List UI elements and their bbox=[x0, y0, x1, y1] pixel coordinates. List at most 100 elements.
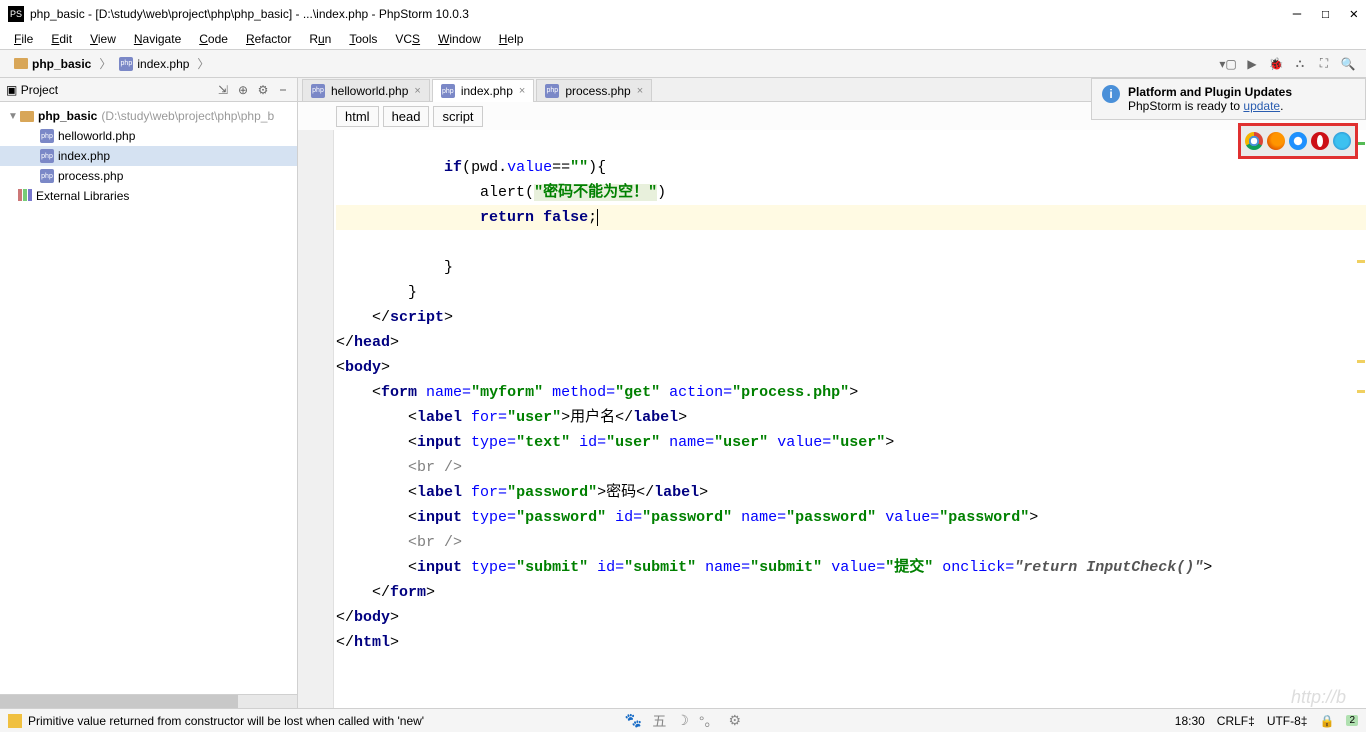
ie-icon[interactable] bbox=[1333, 132, 1351, 150]
crumb-file-label: index.php bbox=[137, 57, 189, 71]
tree-root-name: php_basic bbox=[38, 109, 97, 123]
php-file-icon: php bbox=[311, 84, 325, 98]
tree-external-libs[interactable]: External Libraries bbox=[0, 186, 297, 206]
marker-bar[interactable] bbox=[1356, 130, 1366, 708]
firefox-icon[interactable] bbox=[1267, 132, 1285, 150]
status-right: 18:30 CRLF‡ UTF-8‡ 🔒 2 bbox=[1175, 714, 1358, 728]
tree-file-process[interactable]: php process.php bbox=[0, 166, 297, 186]
update-link[interactable]: update bbox=[1243, 99, 1280, 113]
warning-icon[interactable] bbox=[8, 714, 22, 728]
paw-icon[interactable]: 🐾 bbox=[625, 712, 642, 729]
lock-icon[interactable]: 🔒 bbox=[1319, 714, 1334, 728]
tree-root[interactable]: ▼ php_basic (D:\study\web\project\php\ph… bbox=[0, 106, 297, 126]
debug-button[interactable]: 🐞 bbox=[1266, 54, 1286, 74]
search-button[interactable]: 🔍 bbox=[1338, 54, 1358, 74]
hide-icon[interactable]: ⎯ bbox=[275, 82, 291, 98]
menu-vcs[interactable]: VCS bbox=[387, 30, 428, 48]
menu-tools[interactable]: Tools bbox=[341, 30, 385, 48]
menu-help[interactable]: Help bbox=[491, 30, 532, 48]
menu-refactor[interactable]: Refactor bbox=[238, 30, 299, 48]
project-tree: ▼ php_basic (D:\study\web\project\php\ph… bbox=[0, 102, 297, 694]
autoscroll-icon[interactable]: ⊕ bbox=[235, 82, 251, 98]
notification-title: Platform and Plugin Updates bbox=[1128, 85, 1292, 99]
php-file-icon: php bbox=[40, 149, 54, 163]
titlebar: PS php_basic - [D:\study\web\project\php… bbox=[0, 0, 1366, 28]
sidebar-tab-icon: ▣ bbox=[6, 83, 17, 97]
tab-helloworld[interactable]: php helloworld.php × bbox=[302, 79, 430, 101]
menu-view[interactable]: View bbox=[82, 30, 124, 48]
info-icon: i bbox=[1102, 85, 1120, 103]
menu-file[interactable]: File bbox=[6, 30, 41, 48]
code-area[interactable]: if(pwd.value==""){ alert("密码不能为空！") retu… bbox=[298, 130, 1366, 708]
tab-label: index.php bbox=[461, 84, 513, 98]
sidebar-scrollbar[interactable] bbox=[0, 694, 297, 708]
tree-libs-label: External Libraries bbox=[36, 189, 129, 203]
code[interactable]: if(pwd.value==""){ alert("密码不能为空！") retu… bbox=[334, 130, 1366, 708]
menu-navigate[interactable]: Navigate bbox=[126, 30, 189, 48]
tab-index[interactable]: php index.php × bbox=[432, 79, 534, 102]
status-message: Primitive value returned from constructo… bbox=[28, 714, 1175, 728]
window-title: php_basic - [D:\study\web\project\php\ph… bbox=[30, 7, 1293, 21]
stop-button[interactable]: ⛶ bbox=[1314, 54, 1334, 74]
library-icon bbox=[18, 189, 32, 203]
coverage-button[interactable]: ⛬ bbox=[1290, 54, 1310, 74]
app-icon: PS bbox=[8, 6, 24, 22]
bc-head[interactable]: head bbox=[383, 106, 430, 127]
line-ending[interactable]: CRLF‡ bbox=[1217, 714, 1255, 728]
close-button[interactable]: ✕ bbox=[1350, 6, 1358, 22]
minimize-button[interactable]: — bbox=[1293, 6, 1301, 22]
run-button[interactable]: ▶ bbox=[1242, 54, 1262, 74]
php-file-icon: php bbox=[119, 57, 133, 71]
moon-icon[interactable]: ☽ bbox=[676, 712, 689, 729]
php-file-icon: php bbox=[40, 129, 54, 143]
menubar: File Edit View Navigate Code Refactor Ru… bbox=[0, 28, 1366, 50]
crumb-root-label: php_basic bbox=[32, 57, 91, 71]
crumb-root[interactable]: php_basic bbox=[8, 55, 97, 73]
sidebar-header: ▣ Project ⇲ ⊕ ⚙ ⎯ bbox=[0, 78, 297, 102]
chrome-icon[interactable] bbox=[1245, 132, 1263, 150]
ime-icon[interactable]: 五 bbox=[652, 711, 666, 731]
project-sidebar: ▣ Project ⇲ ⊕ ⚙ ⎯ ▼ php_basic (D:\study\… bbox=[0, 78, 298, 708]
close-icon[interactable]: × bbox=[637, 85, 643, 97]
menu-edit[interactable]: Edit bbox=[43, 30, 80, 48]
expand-icon[interactable]: ▼ bbox=[8, 111, 20, 122]
menu-run[interactable]: Run bbox=[301, 30, 339, 48]
bc-script[interactable]: script bbox=[433, 106, 482, 127]
php-file-icon: php bbox=[441, 84, 455, 98]
gutter[interactable] bbox=[298, 130, 334, 708]
tab-process[interactable]: php process.php × bbox=[536, 79, 652, 101]
gear-icon[interactable]: ⚙ bbox=[729, 712, 742, 729]
browser-preview-box bbox=[1238, 123, 1358, 159]
editor-area: php helloworld.php × php index.php × php… bbox=[298, 78, 1366, 708]
line-col[interactable]: 18:30 bbox=[1175, 714, 1205, 728]
crumb-file[interactable]: php index.php bbox=[113, 55, 195, 73]
bc-html[interactable]: html bbox=[336, 106, 379, 127]
collapse-icon[interactable]: ⇲ bbox=[215, 82, 231, 98]
chevron-icon: 〉 bbox=[197, 55, 209, 72]
statusbar: Primitive value returned from constructo… bbox=[0, 708, 1366, 732]
main: ▣ Project ⇲ ⊕ ⚙ ⎯ ▼ php_basic (D:\study\… bbox=[0, 78, 1366, 708]
close-icon[interactable]: × bbox=[519, 85, 525, 97]
temp-icon[interactable]: °。 bbox=[699, 711, 719, 731]
menu-window[interactable]: Window bbox=[430, 30, 489, 48]
chevron-icon: 〉 bbox=[99, 55, 111, 72]
status-center-icons: 🐾 五 ☽ °。 ⚙ bbox=[625, 711, 741, 731]
notification-body: PhpStorm is ready to update. bbox=[1128, 99, 1292, 113]
sidebar-title[interactable]: Project bbox=[21, 83, 215, 97]
php-file-icon: php bbox=[40, 169, 54, 183]
update-notification[interactable]: i Platform and Plugin Updates PhpStorm i… bbox=[1091, 78, 1366, 120]
nav-tools: ▾▢ ▶ 🐞 ⛬ ⛶ 🔍 bbox=[1218, 54, 1358, 74]
menu-code[interactable]: Code bbox=[191, 30, 236, 48]
settings-icon[interactable]: ⚙ bbox=[255, 82, 271, 98]
opera-icon[interactable] bbox=[1311, 132, 1329, 150]
close-icon[interactable]: × bbox=[414, 85, 420, 97]
maximize-button[interactable]: ☐ bbox=[1321, 6, 1329, 22]
safari-icon[interactable] bbox=[1289, 132, 1307, 150]
window-controls: — ☐ ✕ bbox=[1293, 6, 1358, 22]
encoding[interactable]: UTF-8‡ bbox=[1267, 714, 1308, 728]
tree-file-index[interactable]: php index.php bbox=[0, 146, 297, 166]
run-config-button[interactable]: ▾▢ bbox=[1218, 54, 1238, 74]
nav-breadcrumb: php_basic 〉 php index.php 〉 ▾▢ ▶ 🐞 ⛬ ⛶ 🔍 bbox=[0, 50, 1366, 78]
event-badge[interactable]: 2 bbox=[1346, 715, 1358, 726]
tree-file-helloworld[interactable]: php helloworld.php bbox=[0, 126, 297, 146]
